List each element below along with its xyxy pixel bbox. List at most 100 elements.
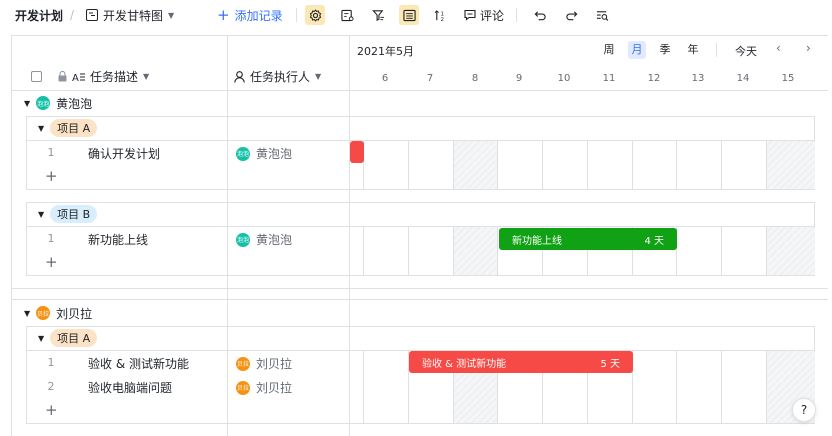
row-number: 1: [47, 146, 55, 159]
task-assignee[interactable]: 贝拉 刘贝拉: [236, 379, 292, 396]
timeline-divider: [349, 326, 350, 424]
grid-left-border: [11, 35, 12, 436]
collapse-triangle-icon[interactable]: ▼: [38, 334, 44, 343]
gantt-bar[interactable]: 新功能上线 4 天: [499, 228, 677, 250]
weekend-shade: [766, 141, 815, 189]
redo-button[interactable]: [561, 5, 581, 25]
row-number: 2: [47, 380, 55, 393]
collapse-triangle-icon[interactable]: ▼: [24, 309, 30, 318]
task-title[interactable]: 新功能上线: [88, 231, 148, 248]
weekend-shade: [453, 227, 497, 275]
sort-icon: 12: [434, 9, 444, 22]
field-config-button[interactable]: [337, 5, 357, 25]
day-gridline: [453, 227, 454, 275]
assignee-column-label: 任务执行人: [250, 70, 311, 84]
select-all-checkbox[interactable]: [31, 71, 42, 82]
avatar: 贝拉: [236, 380, 250, 395]
row-number: 1: [47, 356, 55, 369]
group-header[interactable]: ▼ 泡泡 黄泡泡: [24, 95, 92, 111]
scale-year[interactable]: 年: [684, 41, 702, 59]
toolbar-divider: [296, 8, 297, 22]
scale-week[interactable]: 周: [600, 41, 618, 59]
task-title[interactable]: 确认开发计划: [88, 145, 160, 162]
chevron-down-icon[interactable]: ▼: [315, 72, 321, 81]
chevron-down-icon[interactable]: ▼: [143, 72, 149, 81]
add-row-button[interactable]: +: [45, 255, 58, 270]
breadcrumb-title[interactable]: 开发计划: [15, 5, 63, 25]
assignee-name: 刘贝拉: [256, 357, 293, 371]
subgroup-box: [26, 326, 815, 424]
next-arrow-icon[interactable]: ›: [806, 41, 811, 55]
collapse-triangle-icon[interactable]: ▼: [24, 99, 30, 108]
gantt-bar[interactable]: [350, 141, 364, 163]
day-gridline: [408, 227, 409, 275]
task-assignee[interactable]: 泡泡 黄泡泡: [236, 231, 292, 248]
task-title[interactable]: 验收 & 测试新功能: [88, 355, 189, 372]
comment-button[interactable]: 评论: [464, 5, 504, 25]
subgroup-header-divider: [26, 140, 815, 141]
add-row-button[interactable]: +: [45, 169, 58, 184]
day-gridline: [587, 141, 588, 189]
subgroup-header-divider: [26, 226, 815, 227]
day-label: 11: [602, 73, 616, 84]
view-selector[interactable]: 开发甘特图 ▼: [86, 5, 174, 25]
collapse-triangle-icon[interactable]: ▼: [38, 210, 44, 219]
scale-month[interactable]: 月: [628, 41, 646, 59]
day-gridline: [766, 227, 767, 275]
undo-icon: [534, 10, 546, 20]
avatar: 泡泡: [36, 96, 51, 110]
collapse-triangle-icon[interactable]: ▼: [38, 124, 44, 133]
plus-icon: +: [217, 5, 230, 24]
task-assignee[interactable]: 泡泡 黄泡泡: [236, 145, 292, 162]
assignee-name: 刘贝拉: [256, 381, 293, 395]
project-tag: 项目 A: [50, 119, 98, 137]
filter-button[interactable]: [368, 5, 388, 25]
sort-button[interactable]: 12: [430, 5, 450, 25]
day-label: 15: [781, 73, 795, 84]
day-gridline: [766, 141, 767, 189]
avatar: 贝拉: [36, 306, 51, 320]
subgroup-header[interactable]: ▼ 项目 A: [38, 119, 98, 137]
day-gridline: [766, 351, 767, 423]
settings-button[interactable]: [305, 5, 325, 25]
day-gridline: [721, 227, 722, 275]
add-record-button[interactable]: + 添加记录: [217, 5, 283, 25]
help-button[interactable]: ?: [792, 398, 816, 422]
today-button[interactable]: 今天: [735, 43, 757, 59]
header-bottom-border: [11, 90, 828, 91]
subgroup-header[interactable]: ▼ 项目 B: [38, 205, 98, 223]
column-divider: [227, 326, 228, 424]
day-gridline: [542, 141, 543, 189]
subgroup-header[interactable]: ▼ 项目 A: [38, 329, 98, 347]
task-column-header[interactable]: A 任务描述 ▼: [31, 68, 149, 85]
add-row-button[interactable]: +: [45, 403, 58, 418]
assignee-column-header[interactable]: 任务执行人 ▼: [234, 68, 321, 85]
gantt-bar[interactable]: 验收 & 测试新功能 5 天: [409, 351, 633, 373]
prev-arrow-icon[interactable]: ‹: [776, 41, 781, 55]
task-title[interactable]: 验收电脑端问题: [88, 379, 172, 396]
day-label: 6: [381, 73, 389, 84]
search-button[interactable]: [592, 5, 612, 25]
row-number: 1: [47, 232, 55, 245]
timeline-divider: [349, 202, 350, 276]
group-button[interactable]: [399, 5, 419, 25]
assignee-name: 黄泡泡: [256, 147, 293, 161]
filter-icon: [371, 9, 384, 21]
add-record-label: 添加记录: [234, 8, 283, 23]
group-header[interactable]: ▼ 贝拉 刘贝拉: [24, 305, 92, 321]
group-owner-name: 刘贝拉: [56, 306, 93, 321]
column-divider: [227, 202, 228, 276]
task-assignee[interactable]: 贝拉 刘贝拉: [236, 355, 292, 372]
day-label: 12: [647, 73, 661, 84]
group-divider: [11, 299, 828, 300]
weekend-shade: [766, 227, 815, 275]
day-label: 14: [736, 73, 750, 84]
field-config-icon: [340, 9, 354, 21]
breadcrumb-separator: /: [70, 8, 75, 22]
scale-quarter[interactable]: 季: [656, 41, 674, 59]
settings-icon: [309, 8, 321, 22]
day-gridline: [453, 141, 454, 189]
column-divider: [227, 116, 228, 190]
undo-button[interactable]: [530, 5, 550, 25]
toolbar-divider: [516, 8, 517, 22]
